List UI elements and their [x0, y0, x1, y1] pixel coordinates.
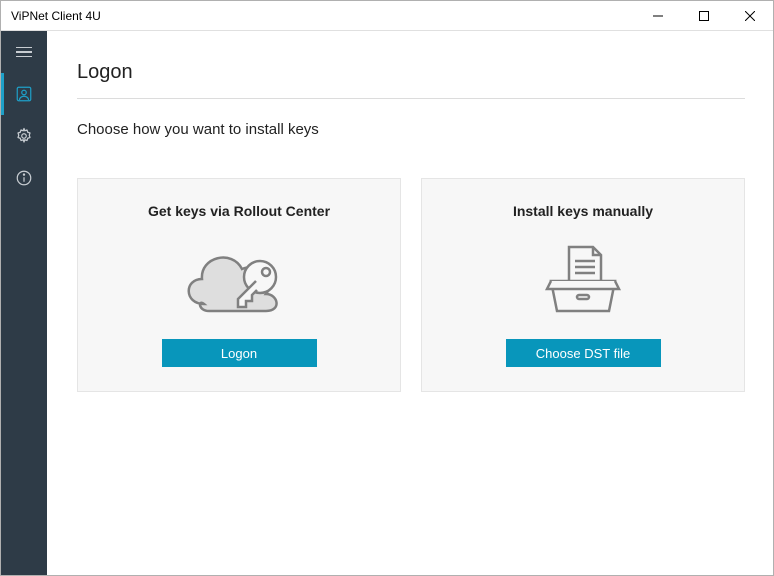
menu-toggle-button[interactable] — [1, 31, 47, 73]
hamburger-icon — [16, 47, 32, 58]
maximize-icon — [699, 11, 709, 21]
titlebar: ViPNet Client 4U — [1, 1, 773, 31]
option-cards: Get keys via Rollout Center Logon Instal… — [77, 178, 745, 392]
minimize-icon — [653, 11, 663, 21]
minimize-button[interactable] — [635, 1, 681, 30]
cloud-key-icon — [174, 239, 304, 319]
card-rollout-center: Get keys via Rollout Center Logon — [77, 178, 401, 392]
close-icon — [745, 11, 755, 21]
file-box-icon — [533, 239, 633, 319]
sidebar-item-settings[interactable] — [1, 115, 47, 157]
page-title: Logon — [77, 61, 745, 99]
sidebar-item-info[interactable] — [1, 157, 47, 199]
window-controls — [635, 1, 773, 30]
info-icon — [15, 169, 33, 187]
page-subtitle: Choose how you want to install keys — [77, 121, 745, 138]
window-title: ViPNet Client 4U — [11, 9, 101, 23]
card-title: Install keys manually — [513, 203, 653, 219]
login-icon — [15, 85, 33, 103]
maximize-button[interactable] — [681, 1, 727, 30]
close-button[interactable] — [727, 1, 773, 30]
content-area: Logon Choose how you want to install key… — [47, 31, 773, 575]
choose-dst-button[interactable]: Choose DST file — [506, 339, 661, 367]
logon-button[interactable]: Logon — [162, 339, 317, 367]
card-title: Get keys via Rollout Center — [148, 203, 330, 219]
sidebar-item-logon[interactable] — [1, 73, 47, 115]
card-manual-install: Install keys manually Choose DST file — [421, 178, 745, 392]
gear-icon — [15, 127, 33, 145]
sidebar — [1, 31, 47, 575]
